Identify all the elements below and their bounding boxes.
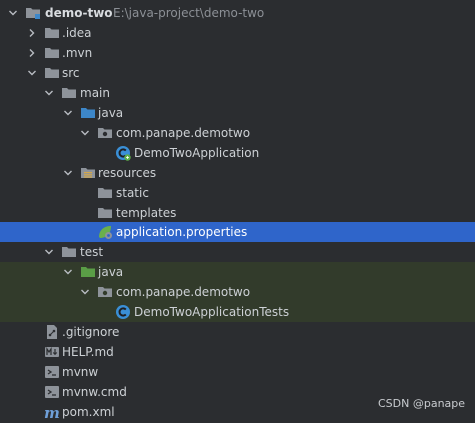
chevron-down-icon[interactable] [7, 3, 19, 23]
module-folder-icon [25, 5, 41, 21]
tree-label-test: test [80, 245, 104, 259]
shell-script-icon [44, 364, 60, 380]
chevron-down-icon[interactable] [62, 163, 74, 183]
tree-label-idea: .idea [62, 26, 92, 40]
tree-row-application-properties[interactable]: application.properties [0, 222, 475, 242]
project-tree: demo-two E:\java-project\demo-two .idea … [0, 0, 475, 423]
tree-label-main: main [80, 86, 110, 100]
project-path: E:\java-project\demo-two [113, 6, 265, 20]
tree-row-mvnw[interactable]: mvnw [0, 362, 475, 382]
batch-file-icon [44, 384, 60, 400]
tree-row-project-root[interactable]: demo-two E:\java-project\demo-two [0, 3, 475, 23]
maven-file-icon: m [44, 404, 60, 420]
tree-row-main-package[interactable]: com.panape.demotwo [0, 123, 475, 143]
chevron-right-icon[interactable] [26, 43, 38, 63]
tree-label-main-java: java [98, 106, 124, 120]
tree-label-test-package: com.panape.demotwo [116, 285, 251, 299]
tree-label-gitignore: .gitignore [62, 325, 120, 339]
folder-icon [61, 244, 77, 260]
folder-icon [97, 185, 113, 201]
tree-row-gitignore[interactable]: .gitignore [0, 322, 475, 342]
tree-label-templates: templates [116, 206, 177, 220]
package-icon [97, 125, 113, 141]
tree-label-test-java: java [98, 265, 124, 279]
markdown-file-icon [44, 344, 60, 360]
tree-label-mvn: .mvn [62, 46, 93, 60]
tree-label-help: HELP.md [62, 345, 114, 359]
tree-label-main-class: DemoTwoApplication [134, 146, 260, 160]
tree-label-test-class: DemoTwoApplicationTests [134, 305, 290, 319]
tree-row-help[interactable]: HELP.md [0, 342, 475, 362]
resources-folder-icon [80, 165, 96, 181]
tree-label-resources: resources [98, 166, 157, 180]
tree-label-src: src [62, 66, 80, 80]
tree-row-main-class[interactable]: DemoTwoApplication [0, 143, 475, 163]
chevron-down-icon[interactable] [43, 83, 55, 103]
folder-icon [44, 25, 60, 41]
gitignore-file-icon [44, 324, 60, 340]
test-folder-icon [80, 264, 96, 280]
chevron-down-icon[interactable] [62, 262, 74, 282]
svg-text:m: m [44, 404, 60, 420]
tree-row-src[interactable]: src [0, 63, 475, 83]
folder-icon [44, 65, 60, 81]
tree-row-static[interactable]: static [0, 183, 475, 203]
tree-row-main-java[interactable]: java [0, 103, 475, 123]
source-folder-icon [80, 105, 96, 121]
folder-icon [44, 45, 60, 61]
class-icon [115, 304, 131, 320]
tree-row-mvn[interactable]: .mvn [0, 43, 475, 63]
chevron-down-icon[interactable] [79, 123, 91, 143]
chevron-right-icon[interactable] [26, 23, 38, 43]
package-icon [97, 284, 113, 300]
tree-row-resources[interactable]: resources [0, 163, 475, 183]
tree-label-pom: pom.xml [62, 405, 115, 419]
tree-label-static: static [116, 186, 149, 200]
tree-row-test[interactable]: test [0, 242, 475, 262]
spring-boot-class-icon [115, 145, 131, 161]
tree-label-application-properties: application.properties [116, 225, 248, 239]
tree-row-test-package[interactable]: com.panape.demotwo [0, 282, 475, 302]
tree-row-idea[interactable]: .idea [0, 23, 475, 43]
tree-row-templates[interactable]: templates [0, 203, 475, 223]
project-name: demo-two [45, 6, 113, 20]
chevron-down-icon[interactable] [79, 282, 91, 302]
chevron-down-icon[interactable] [43, 242, 55, 262]
chevron-down-icon[interactable] [62, 103, 74, 123]
folder-icon [61, 85, 77, 101]
tree-row-main[interactable]: main [0, 83, 475, 103]
folder-icon [97, 205, 113, 221]
tree-label-mvnw: mvnw [62, 365, 99, 379]
watermark: CSDN @panape [378, 397, 466, 410]
tree-label-main-package: com.panape.demotwo [116, 126, 251, 140]
tree-label-mvnw-cmd: mvnw.cmd [62, 385, 127, 399]
chevron-down-icon[interactable] [26, 63, 38, 83]
tree-row-test-java[interactable]: java [0, 262, 475, 282]
spring-properties-icon [97, 224, 113, 240]
tree-row-test-class[interactable]: DemoTwoApplicationTests [0, 302, 475, 322]
